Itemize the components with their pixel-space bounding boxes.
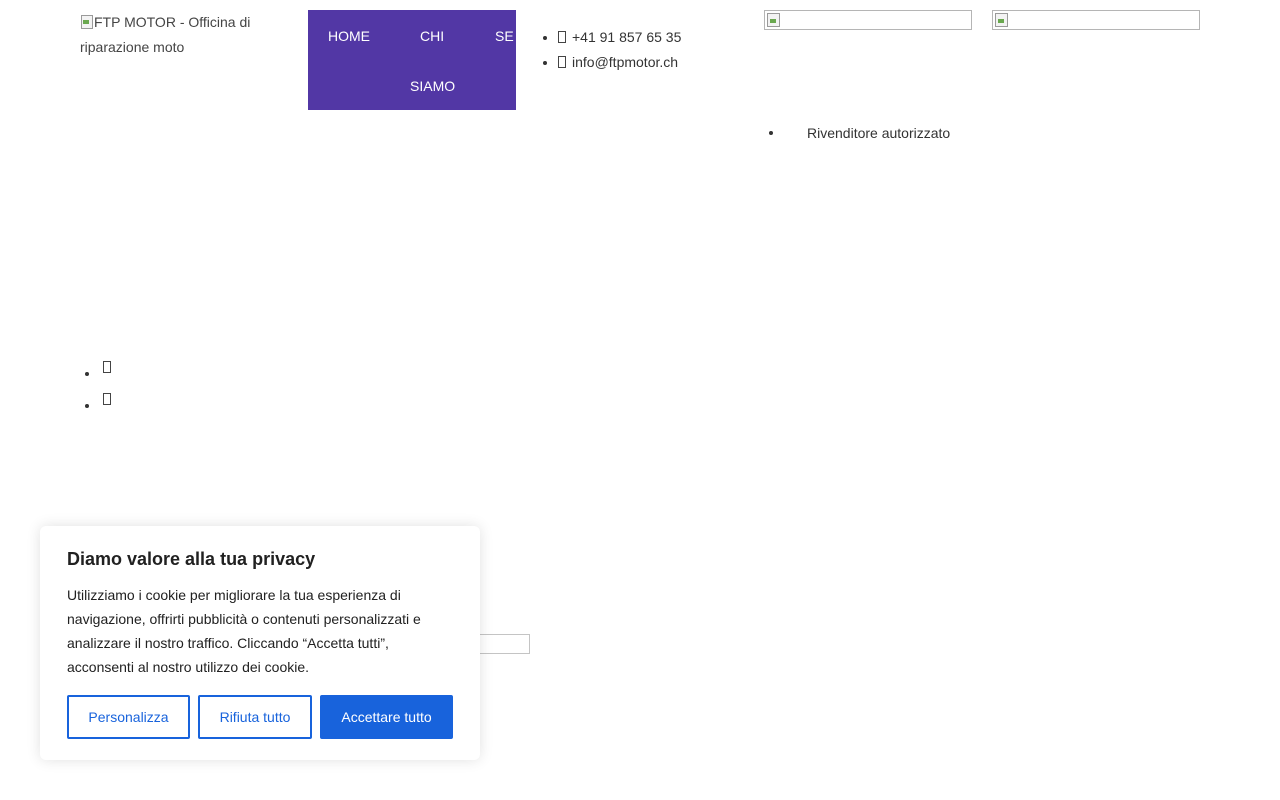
cookie-banner-description: Utilizziamo i cookie per migliorare la t… <box>67 587 421 675</box>
site-logo[interactable]: FTP MOTOR - Officina di riparazione moto <box>80 10 280 60</box>
customize-button[interactable]: Personalizza <box>67 695 190 739</box>
partner-image-1[interactable] <box>764 10 972 30</box>
dealer-label: Rivenditore autorizzato <box>768 122 950 144</box>
nav-item-servizi[interactable]: SE <box>495 28 514 44</box>
cookie-banner-title: Diamo valore alla tua privacy <box>67 549 316 569</box>
nav-item-home[interactable]: HOME <box>328 28 370 44</box>
broken-image-icon <box>767 13 781 27</box>
partner-image-2[interactable] <box>992 10 1200 30</box>
social-item[interactable] <box>84 361 117 386</box>
social-icon[interactable] <box>103 393 111 405</box>
cookie-consent-banner: Diamo valore alla tua privacy Utilizziam… <box>40 526 480 760</box>
contact-list: +41 91 857 65 35 info@ftpmotor.ch <box>539 25 681 75</box>
broken-image-icon <box>80 14 94 30</box>
dealer-list: Rivenditore autorizzato <box>768 122 950 144</box>
social-icon[interactable] <box>103 361 111 373</box>
reject-all-button[interactable]: Rifiuta tutto <box>198 695 312 739</box>
broken-image-icon <box>995 13 1009 27</box>
nav-item-chi-siamo[interactable]: CHI <box>420 28 444 44</box>
nav-item-chi-siamo-line2[interactable]: SIAMO <box>410 78 455 94</box>
accept-all-button[interactable]: Accettare tutto <box>320 695 453 739</box>
envelope-icon <box>558 56 566 68</box>
phone-icon <box>558 31 566 43</box>
social-list <box>84 354 117 418</box>
phone-number[interactable]: +41 91 857 65 35 <box>572 29 681 45</box>
email-address[interactable]: info@ftpmotor.ch <box>572 54 678 70</box>
contact-email[interactable]: info@ftpmotor.ch <box>558 50 681 75</box>
main-navigation: HOME CHI SIAMO SE <box>308 10 516 110</box>
logo-alt-text: FTP MOTOR - Officina di riparazione moto <box>80 14 251 55</box>
contact-phone[interactable]: +41 91 857 65 35 <box>558 25 681 50</box>
social-item[interactable] <box>84 393 117 418</box>
